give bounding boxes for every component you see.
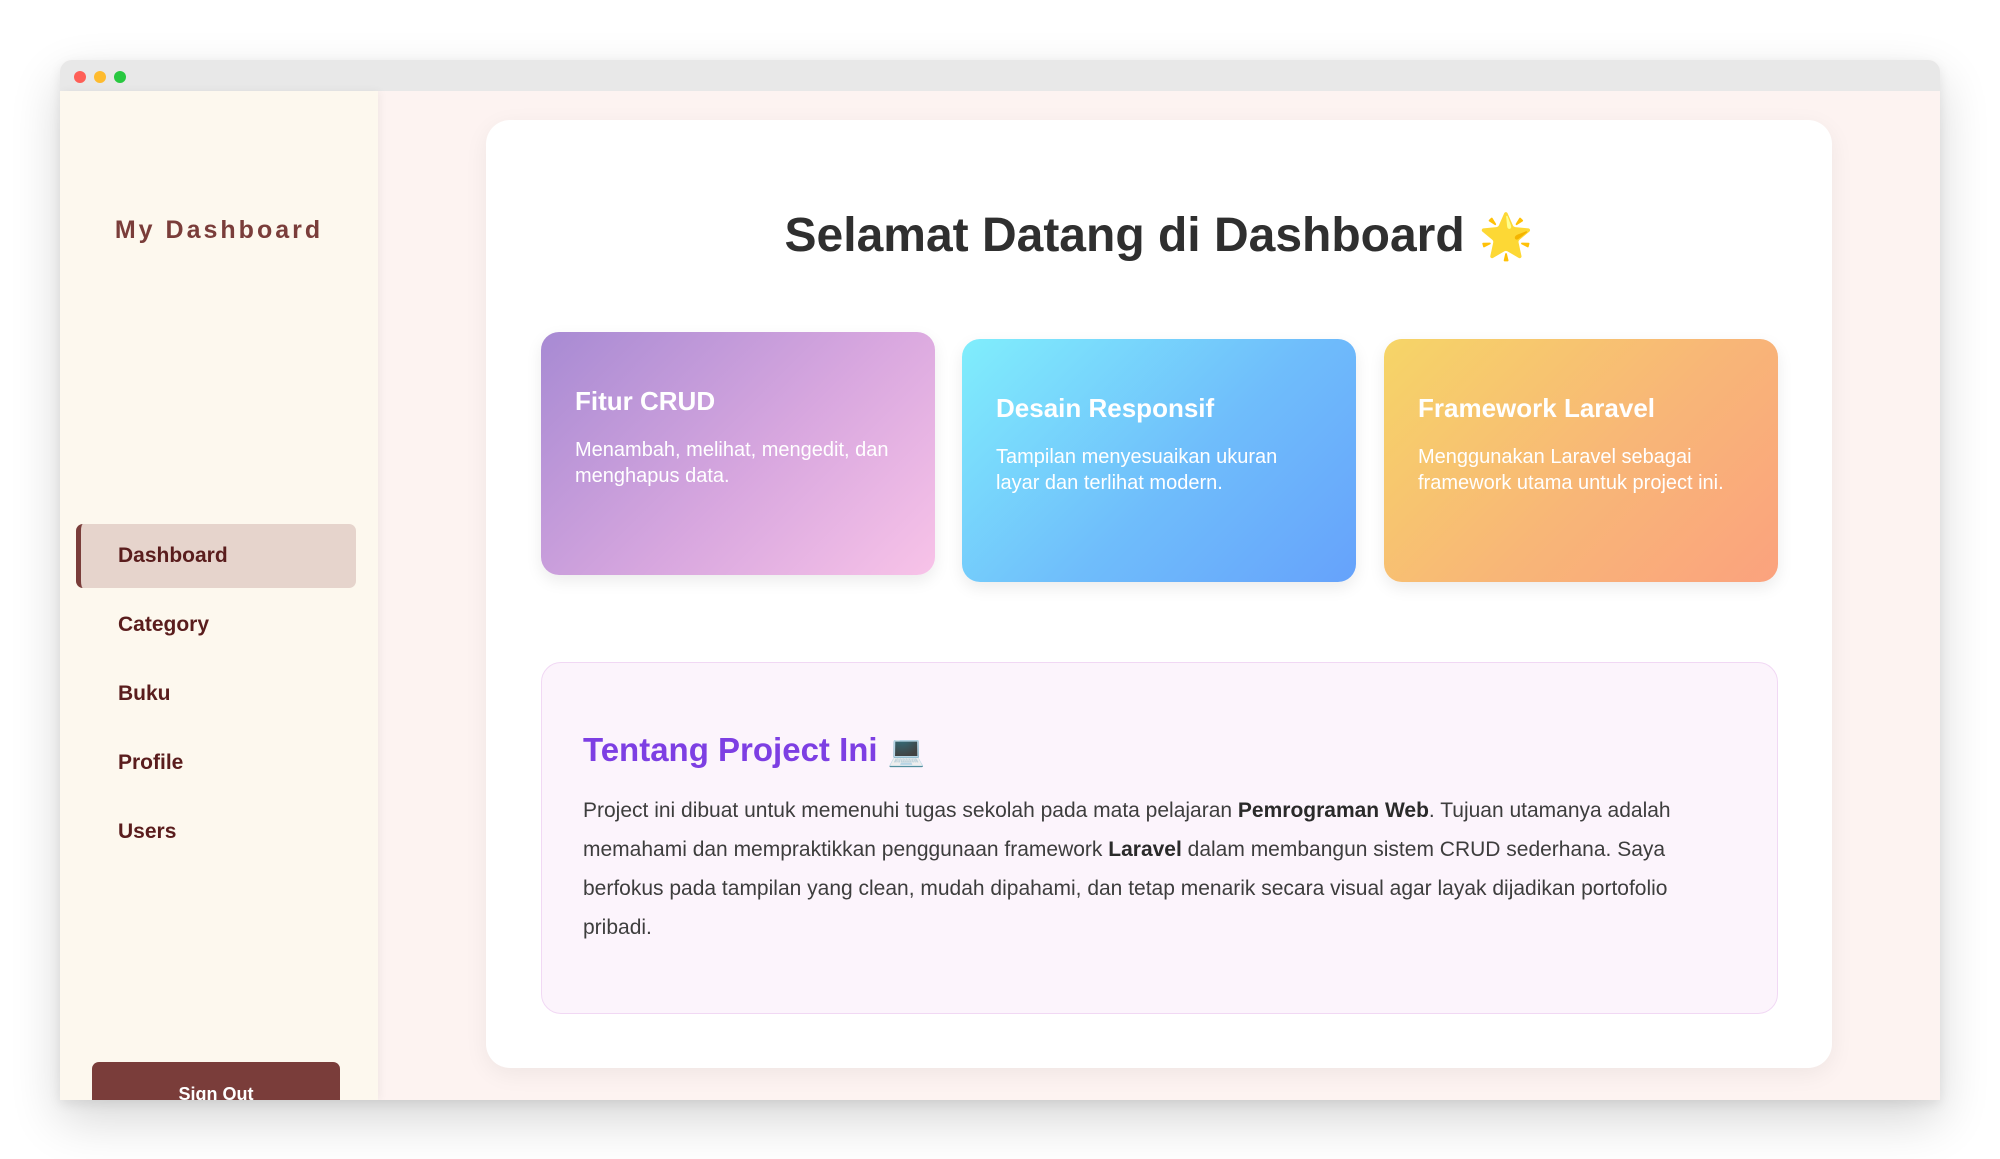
about-description: Project ini dibuat untuk memenuhi tugas … <box>583 791 1735 947</box>
page-title-text: Selamat Datang di Dashboard <box>784 209 1465 262</box>
maximize-window-button[interactable] <box>114 71 126 83</box>
feature-card-crud: Fitur CRUD Menambah, melihat, mengedit, … <box>541 332 935 575</box>
browser-window: My Dashboard Dashboard Category Buku Pro… <box>60 60 1940 1100</box>
sidebar: My Dashboard Dashboard Category Buku Pro… <box>60 91 378 1100</box>
feature-card-title: Desain Responsif <box>996 393 1215 423</box>
about-bold-framework: Laravel <box>1108 838 1182 861</box>
sidebar-item-category[interactable]: Category <box>76 593 356 657</box>
sidebar-item-profile[interactable]: Profile <box>76 731 356 795</box>
sidebar-item-buku[interactable]: Buku <box>76 662 356 726</box>
feature-card-description: Menggunakan Laravel sebagai framework ut… <box>1418 446 1724 494</box>
about-title-text: Tentang Project Ini <box>583 731 878 768</box>
feature-card-title: Framework Laravel <box>1418 393 1656 423</box>
sign-out-button[interactable]: Sign Out <box>92 1062 340 1100</box>
about-title: Tentang Project Ini 💻 <box>583 731 1735 769</box>
feature-card-description: Tampilan menyesuaikan ukuran layar dan t… <box>996 446 1278 494</box>
about-project-panel: Tentang Project Ini 💻 Project ini dibuat … <box>541 662 1778 1014</box>
sidebar-item-dashboard[interactable]: Dashboard <box>76 524 356 588</box>
page-title: Selamat Datang di Dashboard 🌟 <box>486 208 1832 263</box>
about-bold-subject: Pemrograman Web <box>1237 799 1429 822</box>
minimize-window-button[interactable] <box>94 71 106 83</box>
about-text-part: Project ini dibuat untuk memenuhi tugas … <box>583 799 1238 822</box>
brand-title: My Dashboard <box>114 216 324 244</box>
laptop-icon: 💻 <box>887 735 925 768</box>
feature-card-responsive: Desain Responsif Tampilan menyesuaikan u… <box>962 339 1356 582</box>
close-window-button[interactable] <box>74 71 86 83</box>
feature-card-description: Menambah, melihat, mengedit, dan menghap… <box>575 439 889 487</box>
main-content-card: Selamat Datang di Dashboard 🌟 Fitur CRUD … <box>486 120 1832 1068</box>
sidebar-item-users[interactable]: Users <box>76 800 356 864</box>
feature-card-laravel: Framework Laravel Menggunakan Laravel se… <box>1384 339 1778 582</box>
feature-card-title: Fitur CRUD <box>575 386 716 416</box>
sidebar-nav: Dashboard Category Buku Profile Users <box>76 524 356 869</box>
window-titlebar <box>60 60 1940 91</box>
star-icon: 🌟 <box>1478 212 1534 261</box>
